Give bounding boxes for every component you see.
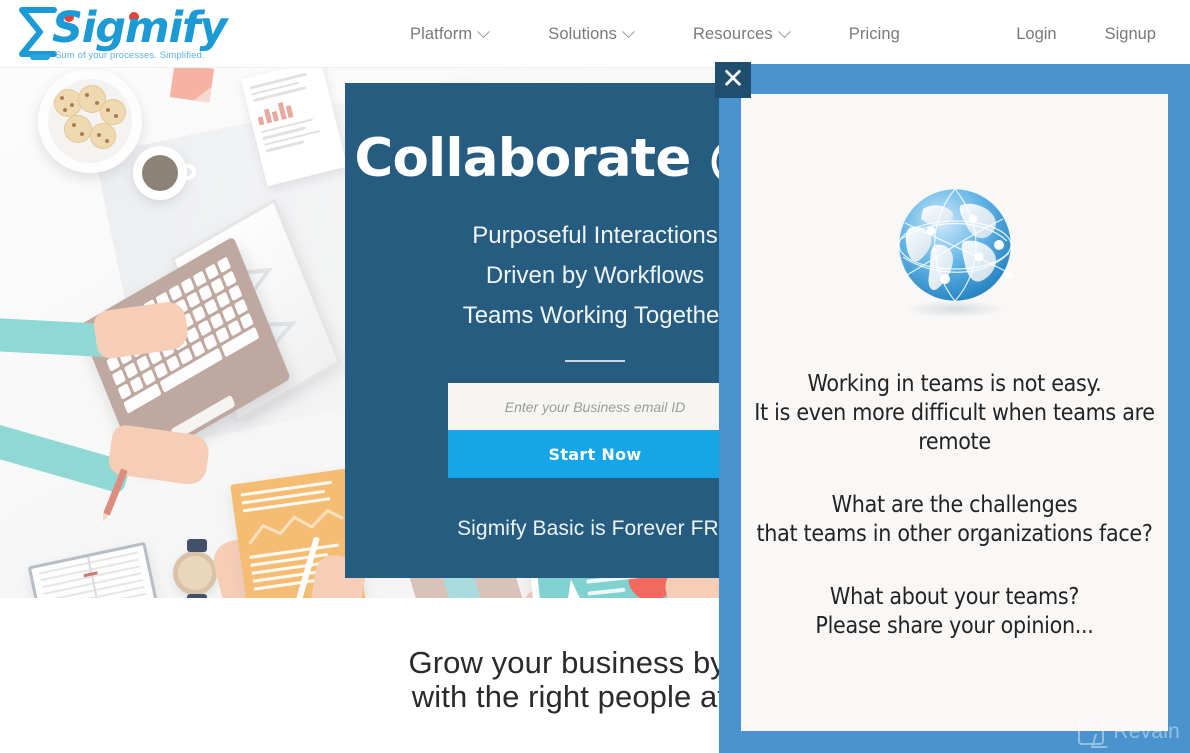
- nav-item-platform[interactable]: Platform: [380, 25, 518, 44]
- modal-line-2a: What are the challenges: [831, 492, 1078, 518]
- wristwatch-icon: [173, 539, 217, 598]
- signup-form: Start Now: [447, 383, 743, 478]
- modal-line-1b: It is even more difficult when teams are…: [754, 400, 1155, 455]
- logo-wordmark: Sigmify: [52, 3, 228, 53]
- modal-line-3a: What about your teams?: [829, 584, 1080, 610]
- account-menu: Login Signup: [992, 0, 1180, 68]
- cookie-bowl-icon: [38, 69, 142, 173]
- divider: [565, 360, 625, 362]
- modal-paragraph-1: Working in teams is not easy. It is even…: [741, 370, 1168, 457]
- modal-paragraph-2: What are the challenges that teams in ot…: [741, 491, 1168, 549]
- modal-line-1a: Working in teams is not easy.: [807, 371, 1102, 397]
- modal-content-panel: Working in teams is not easy. It is even…: [741, 94, 1168, 731]
- modal-line-3b: Please share your opinion...: [815, 613, 1094, 639]
- nav-item-solutions[interactable]: Solutions: [518, 25, 663, 44]
- chart-line-icon: [248, 508, 344, 545]
- nav-item-resources[interactable]: Resources: [663, 25, 819, 44]
- nav-item-label: Resources: [693, 24, 773, 43]
- cup-handle: [180, 164, 196, 180]
- nav-item-pricing[interactable]: Pricing: [819, 25, 930, 44]
- sticky-note: [169, 68, 215, 103]
- top-navigation-bar: Sigmify Sum of your processes. Simplifie…: [0, 0, 1190, 68]
- nav-item-label: Pricing: [848, 24, 900, 43]
- close-icon[interactable]: ✕: [715, 62, 751, 98]
- page-root: Sigmify Sum of your processes. Simplifie…: [0, 0, 1190, 753]
- modal-paragraph-3: What about your teams? Please share your…: [741, 583, 1168, 641]
- modal-line-2b: that teams in other organizations face?: [756, 521, 1153, 547]
- login-link[interactable]: Login: [992, 25, 1080, 44]
- signup-link[interactable]: Signup: [1081, 25, 1180, 44]
- revain-watermark-text: Revain: [1113, 720, 1180, 743]
- business-email-input[interactable]: [447, 383, 743, 430]
- nav-item-label: Platform: [410, 24, 473, 43]
- chevron-down-icon: [622, 24, 635, 38]
- main-menu: Platform Solutions Resources Pricing: [380, 0, 930, 68]
- logo-tag-dash: [30, 54, 50, 60]
- revain-logo-icon: [1078, 719, 1105, 745]
- chevron-down-icon: [777, 24, 791, 38]
- nav-item-label: Solutions: [548, 24, 618, 43]
- coffee-cup-icon: [133, 146, 187, 200]
- logo-tagline: Sum of your processes. Simplified.: [55, 50, 205, 61]
- site-logo[interactable]: Sigmify Sum of your processes. Simplifie…: [8, 3, 308, 66]
- globe-network-icon: [741, 176, 1168, 326]
- start-now-button[interactable]: Start Now: [447, 430, 743, 478]
- revain-watermark: Revain: [1078, 719, 1180, 745]
- survey-modal: ✕ Working in teams is not easy. It is ev…: [715, 62, 1190, 753]
- chevron-down-icon: [477, 24, 491, 38]
